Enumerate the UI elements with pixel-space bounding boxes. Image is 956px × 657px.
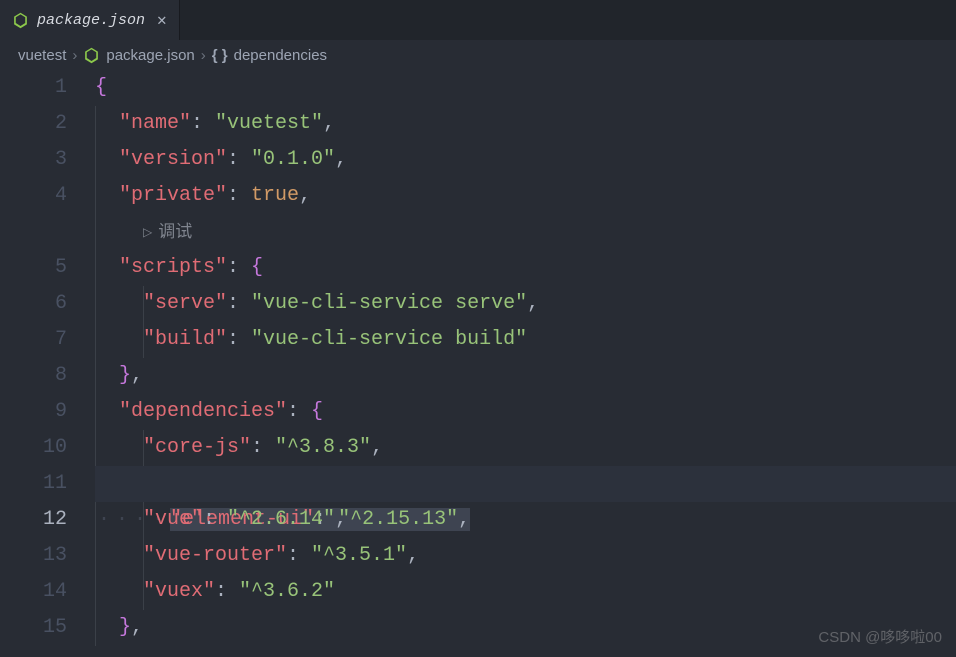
close-icon[interactable]: ✕ xyxy=(157,10,167,30)
nodejs-icon xyxy=(83,47,100,64)
code-line[interactable]: "vue-router": "^3.5.1", xyxy=(95,538,956,574)
editor[interactable]: 1234 56789101112131415 {"name": "vuetest… xyxy=(0,70,956,657)
play-icon: ▷ xyxy=(143,214,152,250)
line-number: 3 xyxy=(0,142,67,178)
watermark: CSDN @哆哆啦00 xyxy=(818,626,942,647)
braces-icon: { } xyxy=(212,47,228,64)
line-number: 5 xyxy=(0,250,67,286)
code-line[interactable]: "private": true, xyxy=(95,178,956,214)
breadcrumb-file[interactable]: package.json xyxy=(106,47,194,64)
code-line[interactable]: "dependencies": { xyxy=(95,394,956,430)
code-line[interactable]: "serve": "vue-cli-service serve", xyxy=(95,286,956,322)
line-number: 9 xyxy=(0,394,67,430)
line-number: 15 xyxy=(0,610,67,646)
breadcrumb-folder[interactable]: vuetest xyxy=(18,47,66,64)
codelens-debug[interactable]: ▷调试 xyxy=(95,214,956,250)
tab-label: package.json xyxy=(37,12,145,29)
line-number: 14 xyxy=(0,574,67,610)
line-number: 2 xyxy=(0,106,67,142)
code-line[interactable]: "vue": "^2.6.14", xyxy=(95,502,956,538)
code-line[interactable]: }, xyxy=(95,358,956,394)
line-number: 1 xyxy=(0,70,67,106)
line-number: 7 xyxy=(0,322,67,358)
line-number: 4 xyxy=(0,178,67,214)
nodejs-icon xyxy=(12,12,29,29)
line-number: 10 xyxy=(0,430,67,466)
code-line[interactable]: { xyxy=(95,70,956,106)
line-number: 12 xyxy=(0,502,67,538)
code-line[interactable]: "version": "0.1.0", xyxy=(95,142,956,178)
code-line[interactable]: "core-js": "^3.8.3", xyxy=(95,430,956,466)
breadcrumbs: vuetest › package.json › { } dependencie… xyxy=(0,40,956,70)
code-line[interactable]: "scripts": { xyxy=(95,250,956,286)
tab-package-json[interactable]: package.json ✕ xyxy=(0,0,180,40)
codelens-label: 调试 xyxy=(158,214,192,250)
line-number: 8 xyxy=(0,358,67,394)
line-number: 6 xyxy=(0,286,67,322)
breadcrumb-symbol[interactable]: dependencies xyxy=(234,47,327,64)
chevron-right-icon: › xyxy=(72,47,77,64)
chevron-right-icon: › xyxy=(201,47,206,64)
tabs-bar: package.json ✕ xyxy=(0,0,956,40)
code-area[interactable]: {"name": "vuetest","version": "0.1.0","p… xyxy=(95,70,956,657)
code-line[interactable]: "vuex": "^3.6.2" xyxy=(95,574,956,610)
line-number: 13 xyxy=(0,538,67,574)
line-number: 11 xyxy=(0,466,67,502)
code-line[interactable]: "name": "vuetest", xyxy=(95,106,956,142)
code-line[interactable]: ····"element-ui": "^2.15.13", xyxy=(95,466,956,502)
code-line[interactable]: "build": "vue-cli-service build" xyxy=(95,322,956,358)
gutter: 1234 56789101112131415 xyxy=(0,70,95,657)
